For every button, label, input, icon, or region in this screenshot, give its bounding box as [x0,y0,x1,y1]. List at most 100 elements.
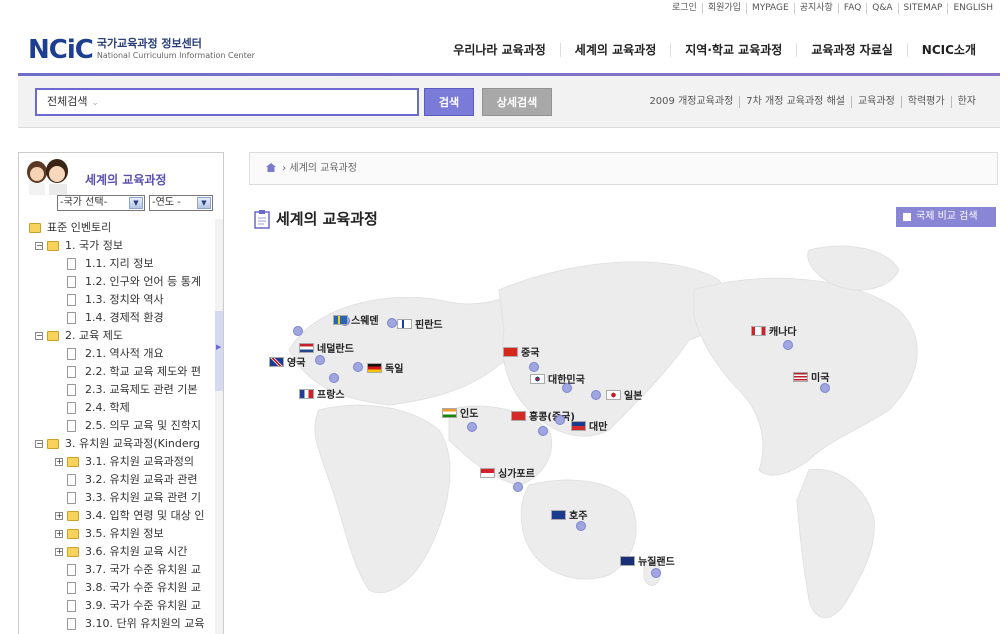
map-marker-usa[interactable] [820,383,830,393]
country-link-finland[interactable]: 핀란드 [397,316,443,331]
map-marker-hongkong[interactable] [538,426,548,436]
country-link-germany[interactable]: 독일 [367,360,403,375]
quick-link-assessment[interactable]: 학력평가 [900,96,951,108]
tree-item[interactable]: 1.3. 정치와 역사 [19,291,219,309]
quick-link-curriculum[interactable]: 교육과정 [850,96,901,108]
tree-scrollbar[interactable] [215,219,223,634]
quick-link-hanja[interactable]: 한자 [950,96,982,108]
tree-item[interactable]: − 3. 유치원 교육과정(Kinderg [19,435,219,453]
country-link-newzealand[interactable]: 뉴질랜드 [620,553,675,568]
year-select[interactable]: -연도 - ▼ [149,195,213,211]
nav-korea-curriculum[interactable]: 우리나라 교육과정 [439,43,560,57]
country-select[interactable]: -국가 선택- ▼ [57,195,145,211]
search-scope[interactable]: 전체검색 [47,95,87,108]
international-compare-button[interactable]: 국제 비교 검색 [896,207,996,227]
country-link-singapore[interactable]: 싱가포르 [480,465,535,480]
search-button[interactable]: 검색 [424,88,474,116]
tree-item[interactable]: +3.6. 유치원 교육 시간 [19,543,219,561]
collapse-icon[interactable]: − [35,440,43,448]
tree-item[interactable]: 3.9. 국가 수준 유치원 교 [19,597,219,615]
faq-link[interactable]: FAQ [837,3,866,14]
country-link-korea[interactable]: 대한민국 [530,371,585,386]
tree-item[interactable]: 1.4. 경제적 환경 [19,309,219,327]
collapse-icon[interactable]: − [35,332,43,340]
tree-item[interactable]: 3.8. 국가 수준 유치원 교 [19,579,219,597]
country-link-india[interactable]: 인도 [442,405,478,420]
map-marker-taiwan[interactable] [555,415,565,425]
english-link[interactable]: ENGLISH [947,3,998,14]
mypage-link[interactable]: MYPAGE [745,3,794,14]
country-link-usa[interactable]: 미국 [793,369,829,384]
document-icon [67,600,76,612]
map-marker-france[interactable] [329,373,339,383]
tree-item[interactable]: 3.7. 국가 수준 유치원 교 [19,561,219,579]
tree-item[interactable]: +3.5. 유치원 정보 [19,525,219,543]
signup-link[interactable]: 회원가입 [701,3,746,14]
tree-item[interactable]: 2.5. 의무 교육 및 진학지 [19,417,219,435]
tree-item[interactable]: 표준 인벤토리 [19,219,219,237]
home-icon[interactable] [266,163,276,172]
expand-icon[interactable]: + [55,548,63,556]
country-link-japan[interactable]: 일본 [606,387,642,402]
document-icon [67,564,76,576]
map-marker-india[interactable] [467,422,477,432]
country-link-canada[interactable]: 캐나다 [751,323,797,338]
expand-icon[interactable]: + [55,458,63,466]
nav-world-curriculum[interactable]: 세계의 교육과정 [559,43,670,57]
notice-link[interactable]: 공지사항 [793,3,838,14]
country-link-netherlands[interactable]: 네덜란드 [299,340,354,355]
tree-item[interactable]: − 2. 교육 제도 [19,327,219,345]
map-marker-japan[interactable] [591,390,601,400]
collapse-arrow-icon[interactable]: ▶ [216,343,221,351]
tree-item[interactable]: 2.1. 역사적 개요 [19,345,219,363]
nav-about[interactable]: NCIC소개 [906,43,990,57]
map-marker-finland[interactable] [387,318,397,328]
tree-item[interactable]: 2.3. 교육제도 관련 기본 [19,381,219,399]
country-link-australia[interactable]: 호주 [551,507,587,522]
tree-scroll-thumb[interactable] [215,311,223,391]
search-input[interactable]: 전체검색 ⌄ [35,88,419,116]
logo-english: National Curriculum Information Center [96,51,255,60]
compare-button-label: 국제 비교 검색 [916,211,978,222]
tree-item[interactable]: 3.10. 단위 유치원의 교육 [19,615,219,633]
expand-icon[interactable]: + [55,512,63,520]
login-link[interactable]: 로그인 [667,3,702,14]
logo-mark: NCiC [28,35,94,65]
map-marker-singapore[interactable] [513,482,523,492]
tree-item[interactable]: +3.1. 유치원 교육과정의 [19,453,219,471]
tree-item[interactable]: 1.2. 인구와 언어 등 통계 [19,273,219,291]
expand-icon[interactable]: + [55,530,63,538]
qna-link[interactable]: Q&A [866,3,897,14]
sitemap-link[interactable]: SITEMAP [897,3,948,14]
country-link-hongkong[interactable]: 홍콩(중국) [511,408,575,423]
country-link-taiwan[interactable]: 대만 [571,418,607,433]
quick-link-2009[interactable]: 2009 개정교육과정 [643,96,739,108]
map-marker-germany[interactable] [353,362,363,372]
nav-archive[interactable]: 교육과정 자료실 [796,43,906,57]
tree-item[interactable]: 2.4. 학제 [19,399,219,417]
country-link-china[interactable]: 중국 [503,344,539,359]
quick-link-7th[interactable]: 7차 개정 교육과정 해설 [739,96,851,108]
country-link-france[interactable]: 프랑스 [299,386,345,401]
tree-item[interactable]: − 1. 국가 정보 [19,237,219,255]
country-link-sweden[interactable]: 스웨덴 [333,312,379,327]
chevron-down-icon[interactable]: ⌄ [91,98,99,108]
nav-regional-curriculum[interactable]: 지역·학교 교육과정 [670,43,796,57]
site-logo[interactable]: NCiC 국가교육과정 정보센터 National Curriculum Inf… [28,34,255,66]
tree-item[interactable]: +3.4. 입학 연령 및 대상 인 [19,507,219,525]
map-marker-australia[interactable] [576,521,586,531]
tree-item[interactable]: 3.2. 유치원 교육과 관련 [19,471,219,489]
india-flag-icon [442,407,457,418]
map-marker-newzealand[interactable] [651,568,661,578]
map-marker-canada[interactable] [783,340,793,350]
detail-search-button[interactable]: 상세검색 [482,88,552,116]
tree-item[interactable]: 1.1. 지리 정보 [19,255,219,273]
collapse-icon[interactable]: − [35,242,43,250]
tree-item-label: 2.2. 학교 교육 제도와 편 [85,365,201,378]
korea-flag-icon [530,373,545,384]
country-link-uk[interactable]: 영국 [269,354,305,369]
map-marker-netherlands[interactable] [315,355,325,365]
tree-item[interactable]: 2.2. 학교 교육 제도와 편 [19,363,219,381]
tree-item[interactable]: 3.3. 유치원 교육 관련 기 [19,489,219,507]
map-marker-uk[interactable] [293,326,303,336]
